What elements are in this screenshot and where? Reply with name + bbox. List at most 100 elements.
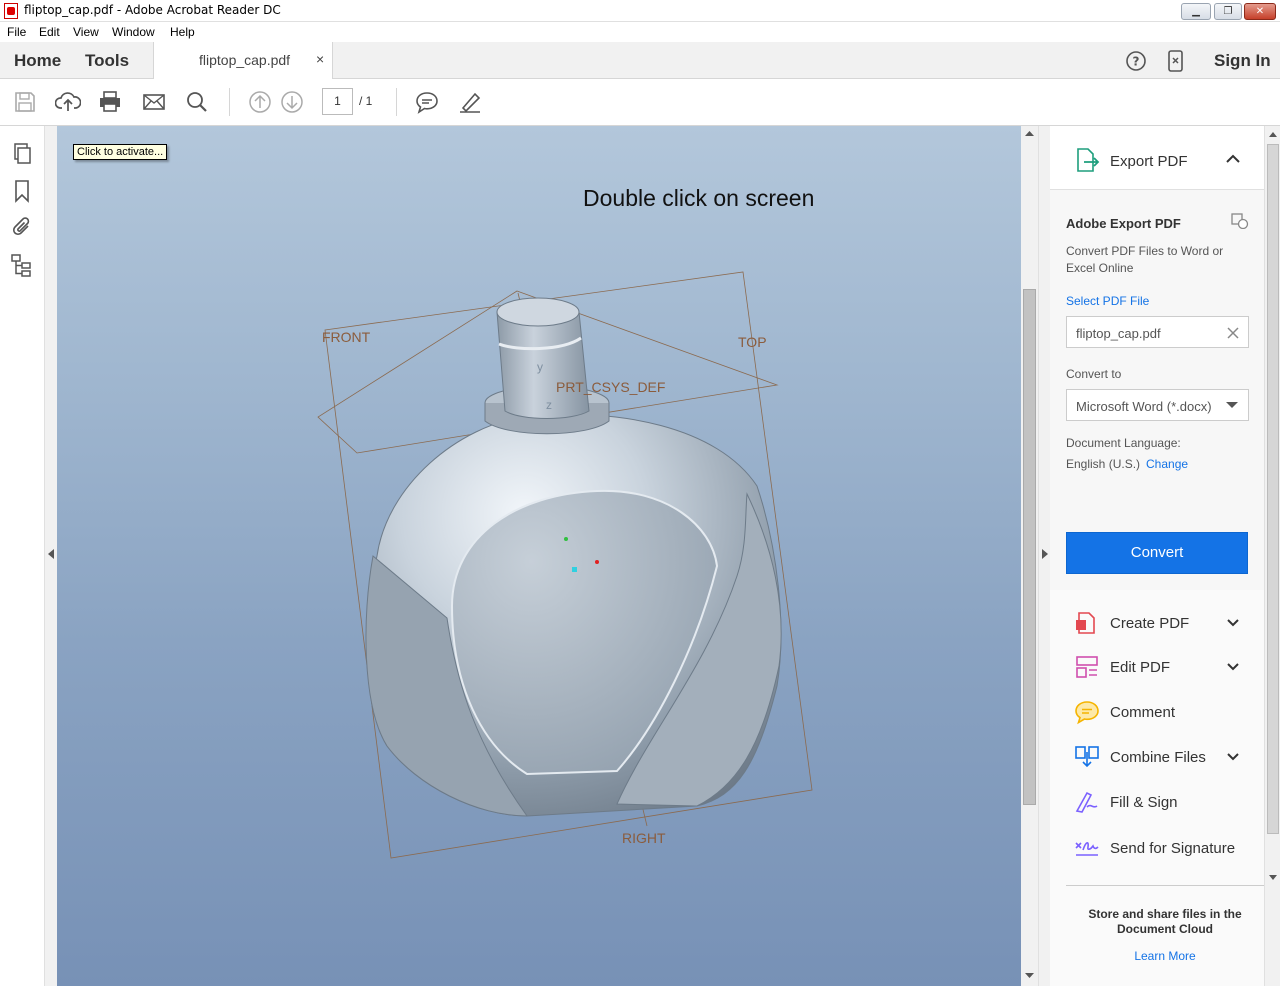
minimize-button[interactable]: ▁ — [1181, 3, 1211, 20]
menu-view[interactable]: View — [73, 25, 99, 39]
mobile-link-icon[interactable] — [1166, 50, 1186, 72]
tool-create-pdf[interactable]: Create PDF — [1050, 603, 1264, 643]
scroll-down-arrow-icon[interactable] — [1025, 972, 1034, 980]
left-panel-toggle[interactable] — [45, 126, 57, 986]
tab-bar: Home Tools fliptop_cap.pdf × ? Sign In — [0, 42, 1280, 79]
promo-text: Store and share files in the Document Cl… — [1088, 907, 1242, 936]
print-icon[interactable] — [97, 89, 123, 115]
export-service-title: Adobe Export PDF — [1066, 216, 1181, 231]
page-total: / 1 — [359, 94, 373, 108]
export-pdf-header[interactable]: Export PDF — [1050, 126, 1264, 190]
fill-sign-icon — [1075, 791, 1098, 813]
tool-combine-files[interactable]: Combine Files — [1050, 737, 1264, 777]
toolbar-separator — [229, 88, 230, 116]
page-thumbnails-icon[interactable] — [10, 142, 34, 166]
email-icon[interactable] — [141, 89, 167, 115]
axis-label-y: y — [537, 360, 543, 374]
tab-home[interactable]: Home — [14, 51, 61, 71]
restore-button[interactable]: ❐ — [1214, 3, 1242, 20]
tool-label: Create PDF — [1110, 615, 1190, 632]
dropdown-arrow-icon[interactable] — [1225, 401, 1239, 409]
tools-pane-scrollbar[interactable] — [1264, 126, 1280, 986]
chevron-left-icon[interactable] — [47, 548, 55, 560]
scroll-up-arrow-icon[interactable] — [1025, 130, 1034, 138]
previous-page-icon[interactable] — [247, 89, 273, 115]
page-number-input[interactable]: 1 — [322, 88, 353, 115]
sign-in-link[interactable]: Sign In — [1214, 51, 1271, 71]
document-cloud-promo: Store and share files in the Document Cl… — [1066, 885, 1264, 985]
document-scrollbar[interactable] — [1021, 126, 1038, 986]
convert-to-label: Convert to — [1066, 367, 1122, 381]
chevron-down-icon[interactable] — [1226, 616, 1240, 630]
tool-label: Combine Files — [1110, 749, 1206, 766]
tab-document[interactable]: fliptop_cap.pdf × — [153, 42, 333, 79]
close-tab-button[interactable]: × — [316, 51, 324, 67]
scrollbar-thumb[interactable] — [1023, 289, 1036, 805]
scroll-up-arrow-icon[interactable] — [1269, 131, 1277, 138]
search-icon[interactable] — [184, 89, 210, 115]
menu-edit[interactable]: Edit — [39, 25, 60, 39]
convert-button[interactable]: Convert — [1066, 532, 1248, 574]
next-page-icon[interactable] — [279, 89, 305, 115]
right-tools-pane: Export PDF Adobe Export PDF Convert PDF … — [1050, 126, 1264, 986]
3d-model-canvas[interactable] — [57, 126, 1021, 986]
tool-fill-sign[interactable]: Fill & Sign — [1050, 782, 1264, 822]
model-tree-icon[interactable] — [10, 253, 34, 277]
menu-bar: File Edit View Window Help — [0, 22, 1280, 42]
select-pdf-file-link[interactable]: Select PDF File — [1066, 294, 1149, 308]
comment-icon — [1075, 701, 1099, 725]
acrobat-app-icon — [4, 3, 18, 19]
selected-file-name: fliptop_cap.pdf — [1076, 326, 1161, 341]
comment-icon[interactable] — [414, 89, 440, 115]
subscription-icon[interactable] — [1231, 213, 1249, 229]
activation-tooltip: Click to activate... — [73, 144, 168, 160]
export-pdf-title: Export PDF — [1110, 153, 1188, 170]
tool-comment[interactable]: Comment — [1050, 692, 1264, 732]
clear-file-icon[interactable] — [1227, 327, 1239, 339]
svg-text:?: ? — [1133, 55, 1140, 69]
chevron-down-icon[interactable] — [1226, 660, 1240, 674]
change-language-link[interactable]: Change — [1146, 457, 1188, 471]
create-pdf-icon — [1076, 612, 1095, 634]
export-pdf-body: Adobe Export PDF Convert PDF Files to Wo… — [1050, 190, 1264, 590]
edit-pdf-icon — [1076, 656, 1098, 678]
close-window-button[interactable]: ✕ — [1244, 3, 1276, 20]
save-icon[interactable] — [12, 89, 38, 115]
convert-format-dropdown[interactable]: Microsoft Word (*.docx) — [1066, 389, 1249, 421]
convert-format-value: Microsoft Word (*.docx) — [1076, 399, 1212, 414]
document-viewer[interactable]: Click to activate... Double click on scr… — [57, 126, 1021, 986]
learn-more-link[interactable]: Learn More — [1066, 949, 1264, 963]
right-panel-toggle[interactable] — [1038, 126, 1050, 986]
document-language-value: English (U.S.) — [1066, 457, 1141, 471]
bookmark-icon[interactable] — [10, 179, 34, 203]
toolbar-separator — [396, 88, 397, 116]
plane-label-front: FRONT — [322, 329, 371, 345]
toolbar: 1 / 1 — [0, 79, 1280, 126]
tool-label: Edit PDF — [1110, 659, 1171, 676]
chevron-down-icon[interactable] — [1226, 750, 1240, 764]
help-icon[interactable]: ? — [1125, 50, 1147, 72]
export-description: Convert PDF Files to Word or Excel Onlin… — [1066, 244, 1224, 275]
menu-file[interactable]: File — [7, 25, 26, 39]
tool-edit-pdf[interactable]: Edit PDF — [1050, 647, 1264, 687]
chevron-right-icon[interactable] — [1041, 548, 1049, 560]
scrollbar-thumb[interactable] — [1267, 144, 1279, 834]
document-tab-label: fliptop_cap.pdf — [199, 52, 291, 68]
window-title: fliptop_cap.pdf - Adobe Acrobat Reader D… — [24, 3, 281, 17]
document-language-label: Document Language: — [1066, 436, 1181, 450]
attachment-icon[interactable] — [10, 215, 34, 239]
axis-label-z: z — [546, 398, 552, 412]
tab-tools[interactable]: Tools — [85, 51, 129, 71]
cloud-upload-icon[interactable] — [55, 89, 81, 115]
menu-help[interactable]: Help — [170, 25, 195, 39]
left-navigation-rail — [0, 126, 45, 986]
menu-window[interactable]: Window — [112, 25, 155, 39]
selected-file-field[interactable]: fliptop_cap.pdf — [1066, 316, 1249, 348]
highlight-pen-icon[interactable] — [457, 89, 483, 115]
chevron-up-icon[interactable] — [1226, 154, 1240, 164]
tool-label: Comment — [1110, 704, 1176, 721]
title-bar: fliptop_cap.pdf - Adobe Acrobat Reader D… — [0, 0, 1280, 22]
tool-send-for-signature[interactable]: Send for Signature — [1050, 828, 1264, 868]
scroll-down-arrow-icon[interactable] — [1269, 874, 1277, 881]
combine-files-icon — [1075, 746, 1099, 768]
